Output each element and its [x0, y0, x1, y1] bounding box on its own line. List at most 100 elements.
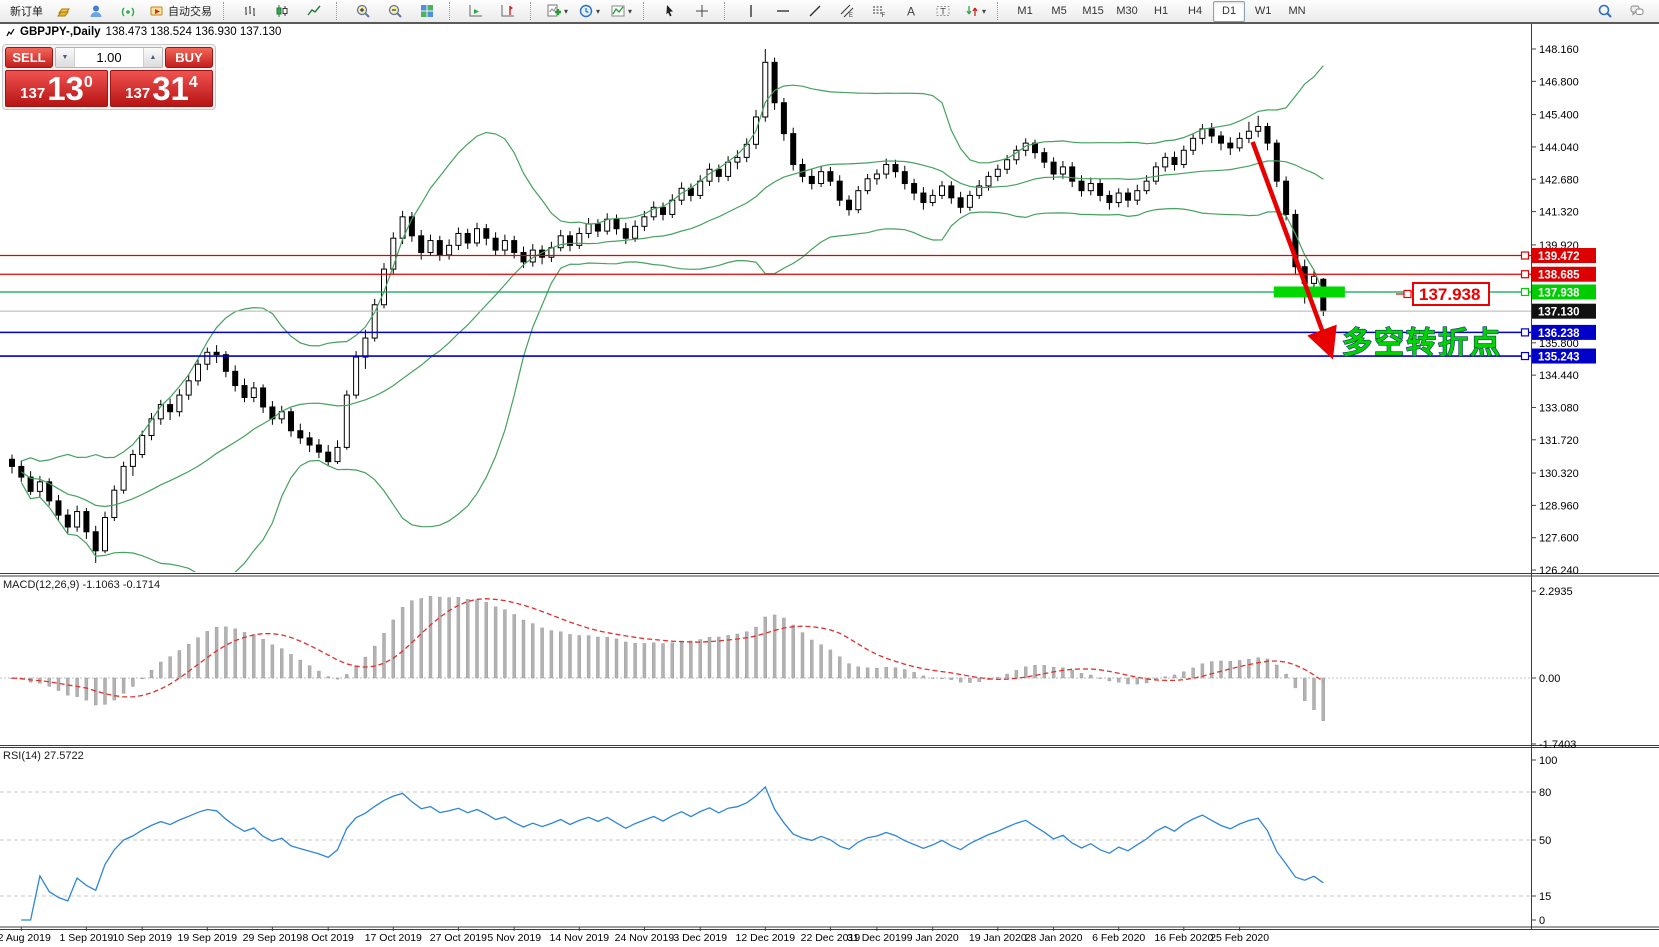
price-badge-139.472-handle[interactable]: [1522, 252, 1529, 259]
volume-input[interactable]: 1.00: [75, 48, 143, 67]
profiles-button[interactable]: ▾: [574, 1, 604, 22]
new-chart-button[interactable]: ▾: [542, 1, 572, 22]
new-order-button-label: 新订单: [10, 3, 43, 19]
new-order-button[interactable]: 新订单: [3, 1, 47, 22]
timeframe-m15-button[interactable]: M15: [1077, 1, 1109, 22]
top-toolbar: 新订单自动交易▾▾▾EFAT▾M1M5M15M30H1H4D1W1MN: [0, 0, 1659, 24]
cursor-button[interactable]: [655, 1, 685, 22]
macd-tick: -1.7403: [1539, 739, 1576, 751]
timeframe-h4-button[interactable]: H4: [1179, 1, 1211, 22]
auto-scroll-button[interactable]: [461, 1, 491, 22]
timeframe-m1-button[interactable]: M1: [1009, 1, 1041, 22]
bar-chart-icon: [242, 3, 258, 19]
chinese-note-text[interactable]: 多空转折点: [1342, 327, 1502, 360]
price-tick: 126.240: [1539, 565, 1579, 577]
date-label: 28 Jan 2020: [1025, 932, 1083, 944]
price-tick: 144.040: [1539, 142, 1579, 154]
sell-price-point: 0: [84, 74, 93, 92]
timeframe-mn-button[interactable]: MN: [1281, 1, 1313, 22]
price-badge-136.238-handle[interactable]: [1522, 329, 1529, 336]
volume-decrease-button[interactable]: ▼: [56, 48, 75, 67]
chart-canvas[interactable]: 137.938多空转折点148.160146.800145.400144.040…: [0, 0, 1659, 947]
channel-button[interactable]: E: [832, 1, 862, 22]
chat-button[interactable]: [1622, 1, 1652, 22]
cursor-icon: [662, 3, 678, 19]
buy-price-box[interactable]: 137 31 4: [110, 70, 213, 107]
crosshair-icon: [694, 3, 710, 19]
toolbar-separator: [449, 2, 456, 20]
callout-anchor-handle[interactable]: [1404, 291, 1411, 298]
community-button[interactable]: [81, 1, 111, 22]
candle-chart-button[interactable]: [267, 1, 297, 22]
auto-trading-button[interactable]: 自动交易: [145, 1, 216, 22]
timeframe-h1-button[interactable]: H1: [1145, 1, 1177, 22]
trendline-button[interactable]: [800, 1, 830, 22]
price-tick: 142.680: [1539, 174, 1579, 186]
candlestick-icon: [274, 3, 290, 19]
bollinger-bands: [21, 66, 1323, 580]
date-label: 16 Feb 2020: [1154, 932, 1213, 944]
search-button[interactable]: [1590, 1, 1620, 22]
sell-button[interactable]: SELL: [5, 47, 53, 68]
price-tick: 148.160: [1539, 44, 1579, 56]
autotrade-icon: [149, 3, 165, 19]
line-chart-button[interactable]: [299, 1, 329, 22]
buy-button[interactable]: BUY: [165, 47, 213, 68]
date-label: 22 Aug 2019: [0, 932, 51, 944]
auto-scroll-icon: [468, 3, 484, 19]
gold-icon: [56, 3, 72, 19]
gold-button[interactable]: [49, 1, 79, 22]
trend-arrow[interactable]: [1253, 142, 1330, 351]
price-tick: 133.080: [1539, 402, 1579, 414]
sell-price-pips: 13: [47, 74, 84, 104]
date-label: 10 Sep 2019: [112, 932, 172, 944]
price-tick: 134.440: [1539, 370, 1579, 382]
price-callout-text: 137.938: [1419, 285, 1480, 304]
chart-shift-button[interactable]: [493, 1, 523, 22]
channel-icon: E: [839, 3, 855, 19]
indicators-button[interactable]: ▾: [606, 1, 636, 22]
zoom-out-button[interactable]: [380, 1, 410, 22]
sell-price-box[interactable]: 137 13 0: [5, 70, 108, 107]
tile-windows-button[interactable]: [412, 1, 442, 22]
trendline-icon: [807, 3, 823, 19]
axes: 148.160146.800145.400144.040142.680141.3…: [0, 24, 1659, 944]
timeframe-d1-button[interactable]: D1: [1213, 1, 1245, 22]
vertical-line-button[interactable]: [736, 1, 766, 22]
search-icon: [1597, 3, 1613, 19]
date-label: 1 Sep 2019: [60, 932, 114, 944]
macd-tick: 2.2935: [1539, 586, 1573, 598]
price-badge-138.685-handle[interactable]: [1522, 271, 1529, 278]
date-label: 17 Oct 2019: [365, 932, 422, 944]
timeframe-w1-button[interactable]: W1: [1247, 1, 1279, 22]
chat-icon: [1629, 3, 1645, 19]
signals-button[interactable]: [113, 1, 143, 22]
symbol-title: GBPJPY-,Daily: [20, 26, 101, 38]
toolbar-separator: [643, 2, 650, 20]
volume-stepper: ▼ 1.00 ▲: [55, 47, 163, 68]
label-button[interactable]: T: [928, 1, 958, 22]
zoom-out-icon: [387, 3, 403, 19]
price-badge-135.243-handle[interactable]: [1522, 353, 1529, 360]
text-button[interactable]: A: [896, 1, 926, 22]
svg-text:137.130: 137.130: [1538, 307, 1580, 319]
date-label: 19 Sep 2019: [178, 932, 238, 944]
timeframe-m30-button[interactable]: M30: [1111, 1, 1143, 22]
rsi-tick: 50: [1539, 835, 1551, 847]
timeframe-m5-button[interactable]: M5: [1043, 1, 1075, 22]
zoom-in-button[interactable]: [348, 1, 378, 22]
bar-chart-button[interactable]: [235, 1, 265, 22]
volume-increase-button[interactable]: ▲: [143, 48, 162, 67]
crosshair-button[interactable]: [687, 1, 717, 22]
price-tick: 141.320: [1539, 207, 1579, 219]
date-label: 6 Feb 2020: [1092, 932, 1145, 944]
price-badge-137.938-handle[interactable]: [1522, 288, 1529, 295]
shapes-button[interactable]: ▾: [960, 1, 990, 22]
toolbar-separator: [336, 2, 343, 20]
horizontal-line-button[interactable]: [768, 1, 798, 22]
price-tick: 131.720: [1539, 435, 1579, 447]
dropdown-caret-icon: ▾: [628, 7, 632, 16]
rsi-tick: 80: [1539, 787, 1551, 799]
fibonacci-button[interactable]: F: [864, 1, 894, 22]
svg-text:135.243: 135.243: [1538, 352, 1580, 364]
